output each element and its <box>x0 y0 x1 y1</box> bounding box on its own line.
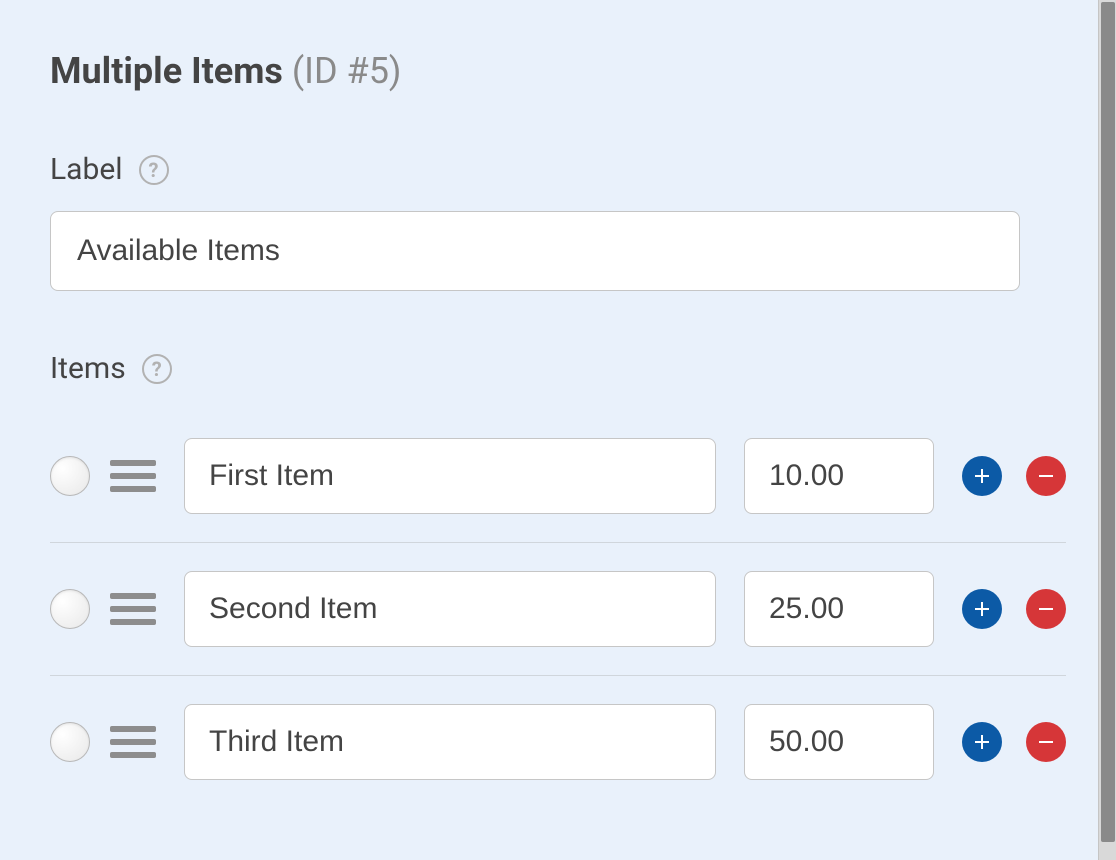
section-title: Multiple Items <box>50 50 283 92</box>
help-icon[interactable]: ? <box>139 155 169 185</box>
item-name-input[interactable] <box>184 571 716 647</box>
drag-handle-icon[interactable] <box>110 591 156 627</box>
scrollbar[interactable] <box>1098 0 1116 860</box>
add-item-button[interactable] <box>962 589 1002 629</box>
help-icon[interactable]: ? <box>142 354 172 384</box>
plus-icon <box>972 466 992 486</box>
drag-handle-icon[interactable] <box>110 458 156 494</box>
form-panel: Multiple Items (ID #5) Label ? Items ? <box>0 0 1116 808</box>
item-row <box>50 410 1066 543</box>
items-field-label: Items <box>50 351 126 386</box>
item-price-input[interactable] <box>744 571 934 647</box>
items-list <box>50 410 1066 808</box>
radio-button[interactable] <box>50 589 90 629</box>
item-price-input[interactable] <box>744 704 934 780</box>
item-row <box>50 543 1066 676</box>
plus-icon <box>972 599 992 619</box>
section-id: (ID #5) <box>292 50 402 92</box>
items-field-header: Items ? <box>50 351 1066 386</box>
remove-item-button[interactable] <box>1026 722 1066 762</box>
add-item-button[interactable] <box>962 722 1002 762</box>
add-item-button[interactable] <box>962 456 1002 496</box>
label-input[interactable] <box>50 211 1020 291</box>
item-name-input[interactable] <box>184 438 716 514</box>
minus-icon <box>1036 599 1056 619</box>
item-price-input[interactable] <box>744 438 934 514</box>
item-row <box>50 676 1066 808</box>
minus-icon <box>1036 466 1056 486</box>
label-field-label: Label <box>50 152 123 187</box>
section-header: Multiple Items (ID #5) <box>50 50 1066 92</box>
plus-icon <box>972 732 992 752</box>
remove-item-button[interactable] <box>1026 589 1066 629</box>
item-name-input[interactable] <box>184 704 716 780</box>
minus-icon <box>1036 732 1056 752</box>
scrollbar-thumb[interactable] <box>1101 2 1115 842</box>
label-field-header: Label ? <box>50 152 1066 187</box>
radio-button[interactable] <box>50 456 90 496</box>
radio-button[interactable] <box>50 722 90 762</box>
drag-handle-icon[interactable] <box>110 724 156 760</box>
remove-item-button[interactable] <box>1026 456 1066 496</box>
